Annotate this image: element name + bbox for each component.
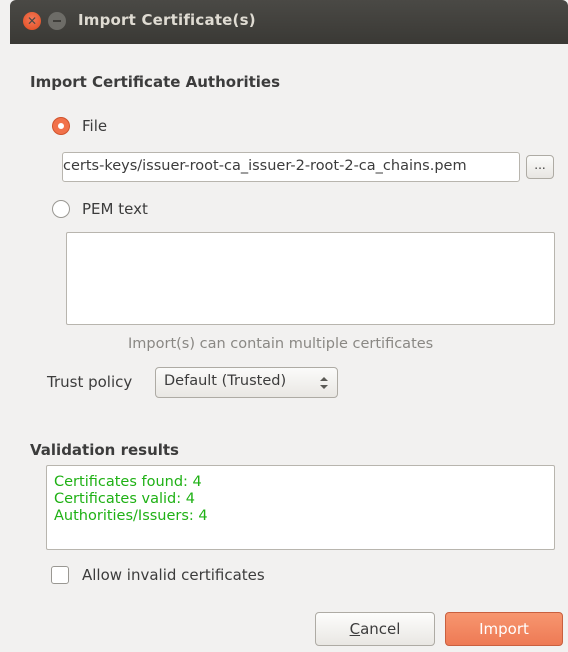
validation-section-title: Validation results [30,441,179,459]
file-path-text: certs-keys/issuer-root-ca_issuer-2-root-… [63,158,467,174]
title-bar: ✕ Import Certificate(s) [10,0,568,44]
import-hint: Import(s) can contain multiple certifica… [128,336,434,352]
file-path-field[interactable]: certs-keys/issuer-root-ca_issuer-2-root-… [62,152,520,182]
ca-section-title: Import Certificate Authorities [30,73,281,91]
cancel-label-rest: ancel [360,620,401,638]
window-title: Import Certificate(s) [78,11,256,29]
cancel-mnemonic: C [349,620,361,638]
browse-button[interactable]: ... [526,155,554,179]
import-button[interactable]: Import [445,612,563,646]
close-icon[interactable]: ✕ [23,12,41,30]
trust-policy-select[interactable]: Default (Trusted) [155,367,338,398]
result-authorities-issuers: Authorities/Issuers: 4 [54,508,208,524]
trust-policy-value: Default (Trusted) [164,373,287,389]
minimize-icon[interactable] [48,12,66,30]
validation-results-box: Certificates found: 4 Certificates valid… [46,465,555,550]
result-certificates-valid: Certificates valid: 4 [54,491,195,507]
result-certificates-found: Certificates found: 4 [54,474,202,490]
updown-arrows-icon [320,374,328,392]
allow-invalid-label[interactable]: Allow invalid certificates [82,566,265,584]
allow-invalid-checkbox[interactable] [51,566,69,584]
trust-policy-label: Trust policy [47,373,133,391]
file-radio[interactable] [52,117,70,135]
file-radio-label[interactable]: File [82,117,107,135]
pem-text-radio-label[interactable]: PEM text [82,200,148,218]
pem-text-area[interactable] [66,232,555,325]
pem-text-radio[interactable] [52,200,70,218]
import-certificate-dialog: ✕ Import Certificate(s) Import Certifica… [0,0,568,652]
cancel-button[interactable]: Cancel [315,612,435,646]
